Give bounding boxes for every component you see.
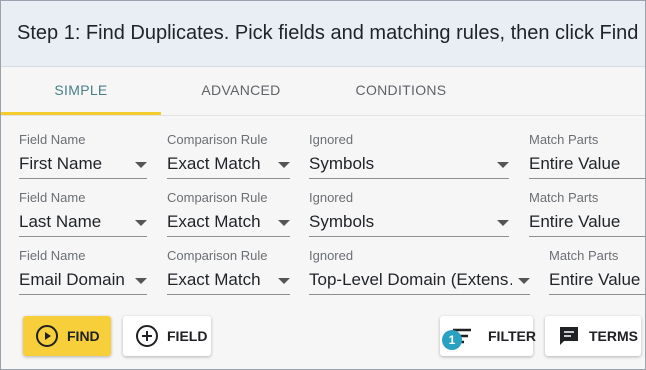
match-parts-value: Entire Value [529,154,621,173]
tab-bar: SIMPLE ADVANCED CONDITIONS [1,67,645,116]
field-name-group: Field Name First Name [19,132,147,179]
app-window: Step 1: Find Duplicates. Pick fields and… [0,0,646,370]
add-field-button[interactable]: FIELD [123,316,211,356]
field-name-value: Last Name [19,212,102,231]
field-name-group: Field Name Email Domain [19,248,147,295]
field-name-select[interactable]: First Name [19,150,147,179]
comparison-rule-select[interactable]: Exact Match [167,150,290,179]
add-field-button-label: FIELD [167,328,208,344]
ignored-label: Ignored [309,248,354,263]
field-name-select[interactable]: Last Name [19,208,147,237]
ignored-group: Ignored Symbols [309,190,509,237]
comparison-rule-value: Exact Match [167,270,261,289]
ignored-group: Ignored Symbols [309,132,509,179]
field-name-label: Field Name [19,132,86,147]
ignored-group: Ignored Top-Level Domain (Extens… [309,248,530,295]
comparison-rule-select[interactable]: Exact Match [167,266,290,295]
match-parts-label: Match Parts [529,190,599,205]
field-name-value: First Name [19,154,103,173]
chevron-down-icon [278,278,290,284]
field-name-value: Email Domain [19,270,125,289]
chevron-down-icon [497,220,509,226]
chevron-down-icon [518,278,530,284]
match-parts-group: Match Parts Entire Value [529,190,645,237]
match-parts-value: Entire Value [529,212,621,231]
ignored-label: Ignored [309,190,354,205]
find-button-label: FIND [67,328,100,344]
chevron-down-icon [135,162,147,168]
comparison-rule-group: Comparison Rule Exact Match [167,132,290,179]
play-circle-icon [35,324,59,348]
ignored-value: Symbols [309,212,375,231]
field-name-group: Field Name Last Name [19,190,147,237]
page-title: Step 1: Find Duplicates. Pick fields and… [17,22,639,44]
ignored-value: Symbols [309,154,375,173]
match-parts-group: Match Parts Entire Value [529,132,645,179]
match-parts-select[interactable]: Entire Value [549,266,645,295]
chevron-down-icon [497,162,509,168]
header-bar: Step 1: Find Duplicates. Pick fields and… [1,1,645,67]
comparison-rule-value: Exact Match [167,154,261,173]
chevron-down-icon [135,220,147,226]
match-parts-select[interactable]: Entire Value [529,150,645,179]
comparison-rule-select[interactable]: Exact Match [167,208,290,237]
comparison-rule-group: Comparison Rule Exact Match [167,190,290,237]
chevron-down-icon [135,278,147,284]
tab-advanced[interactable]: ADVANCED [161,67,321,113]
filter-button[interactable]: 1 FILTER [440,316,536,356]
comment-icon [557,324,581,348]
ignored-label: Ignored [309,132,354,147]
match-parts-group: Match Parts Entire Value [549,248,645,295]
comparison-rule-label: Comparison Rule [167,190,268,205]
add-circle-icon [135,324,159,348]
match-parts-select[interactable]: Entire Value [529,208,645,237]
terms-button[interactable]: TERMS [545,316,641,356]
ignored-select[interactable]: Symbols [309,208,509,237]
terms-button-label: TERMS [589,328,638,344]
match-parts-label: Match Parts [529,132,599,147]
tab-conditions[interactable]: CONDITIONS [321,67,481,113]
comparison-rule-label: Comparison Rule [167,132,268,147]
filter-button-label: FILTER [488,328,536,344]
field-name-select[interactable]: Email Domain [19,266,147,295]
field-name-label: Field Name [19,190,86,205]
chevron-down-icon [278,220,290,226]
comparison-rule-value: Exact Match [167,212,261,231]
ignored-select[interactable]: Symbols [309,150,509,179]
find-button[interactable]: FIND [23,316,111,356]
filter-count-badge: 1 [442,330,462,350]
tab-simple[interactable]: SIMPLE [1,67,161,115]
ignored-select[interactable]: Top-Level Domain (Extens… [309,266,530,295]
chevron-down-icon [278,162,290,168]
match-parts-value: Entire Value [549,270,641,289]
comparison-rule-label: Comparison Rule [167,248,268,263]
comparison-rule-group: Comparison Rule Exact Match [167,248,290,295]
ignored-value: Top-Level Domain (Extens… [309,270,512,289]
field-name-label: Field Name [19,248,86,263]
match-parts-label: Match Parts [549,248,619,263]
